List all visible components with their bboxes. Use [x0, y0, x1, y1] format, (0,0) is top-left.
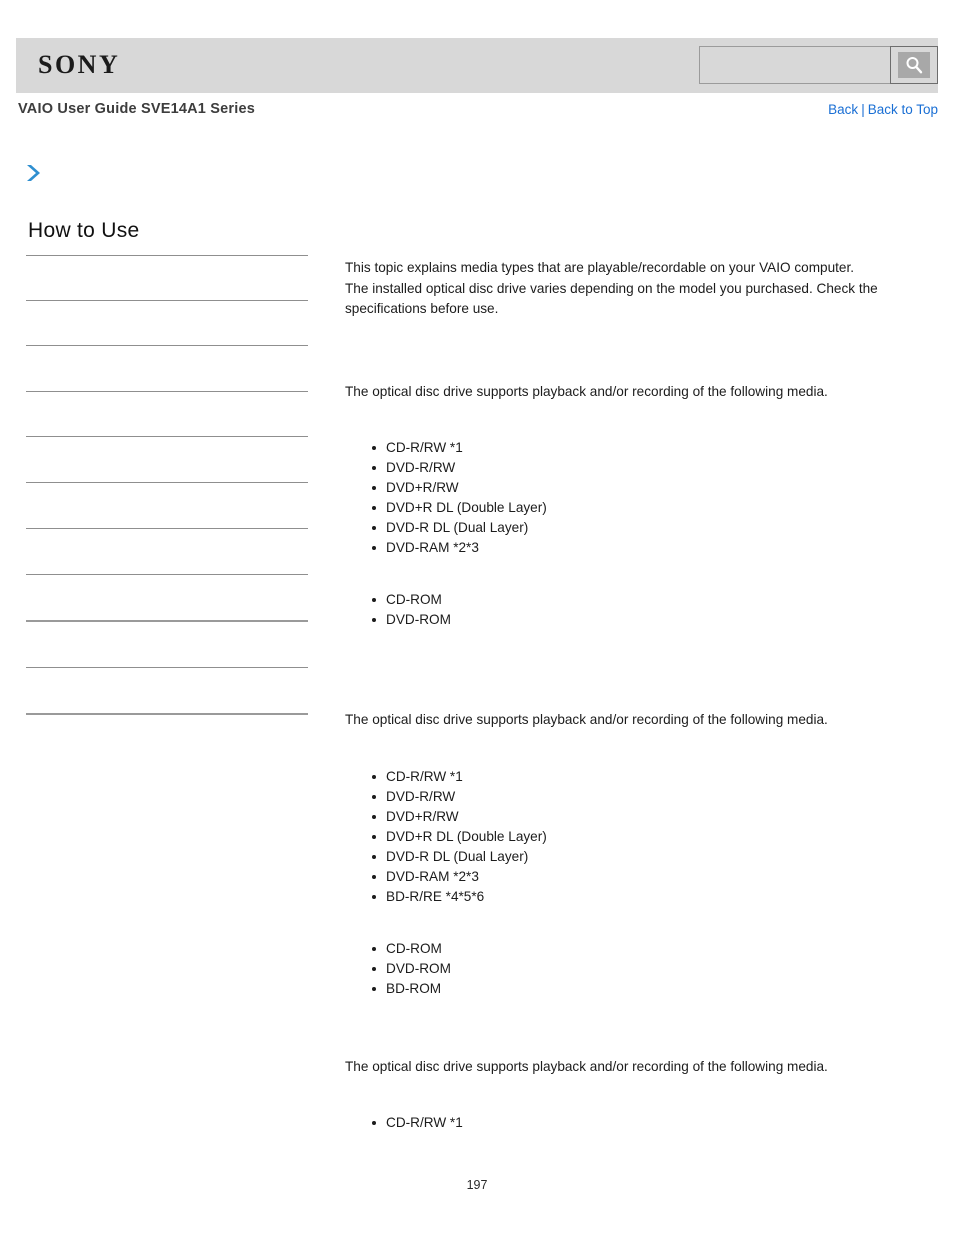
sidebar-item-5[interactable] [26, 437, 308, 482]
blue-chevron-right-icon[interactable] [24, 162, 44, 184]
back-link[interactable]: Back [828, 102, 858, 117]
sidebar-item-1[interactable] [26, 256, 308, 300]
section-2-playback-list: CD-ROM DVD-ROM BD-ROM [345, 939, 915, 999]
list-item: DVD-RAM *2*3 [372, 867, 915, 887]
list-item: DVD-ROM [372, 610, 915, 630]
top-navigation: Back | Back to Top [828, 102, 938, 117]
section-1-lead: The optical disc drive supports playback… [345, 383, 828, 399]
section-3-lead: The optical disc drive supports playback… [345, 1058, 828, 1074]
sidebar-item-7[interactable] [26, 529, 308, 574]
section-1-playback-list: CD-ROM DVD-ROM [345, 590, 915, 630]
sidebar-title: How to Use [28, 219, 140, 242]
sidebar-item-9[interactable] [26, 622, 308, 667]
search-input[interactable] [699, 46, 890, 84]
sony-logo: SONY [38, 50, 121, 79]
section-1-recordable-list: CD-R/RW *1 DVD-R/RW DVD+R/RW DVD+R DL (D… [345, 438, 915, 558]
list-item: CD-ROM [372, 939, 915, 959]
section-2-lead: The optical disc drive supports playback… [345, 712, 828, 727]
list-item: BD-ROM [372, 979, 915, 999]
list-item: CD-R/RW *1 [372, 438, 915, 458]
sidebar-item-2[interactable] [26, 301, 308, 345]
list-item: DVD-RAM *2*3 [372, 538, 915, 558]
list-item: DVD+R DL (Double Layer) [372, 498, 915, 518]
page-number: 197 [466, 1178, 488, 1192]
sidebar: How to Use [26, 218, 308, 715]
main-content: This topic explains media types that are… [345, 258, 915, 1133]
list-item: DVD+R/RW [372, 478, 915, 498]
page-title: VAIO User Guide SVE14A1 Series [18, 101, 256, 117]
sidebar-item-10[interactable] [26, 668, 308, 713]
sidebar-item-4[interactable] [26, 392, 308, 436]
list-item: DVD-ROM [372, 959, 915, 979]
sidebar-item-8[interactable] [26, 575, 308, 620]
section-3-recordable-list: CD-R/RW *1 [345, 1113, 915, 1133]
sidebar-item-3[interactable] [26, 346, 308, 391]
list-item: DVD+R DL (Double Layer) [372, 827, 915, 847]
sidebar-divider [26, 713, 308, 715]
search-area [699, 46, 938, 84]
list-item: CD-R/RW *1 [372, 767, 915, 787]
intro-paragraph: This topic explains media types that are… [345, 260, 878, 316]
back-to-top-link[interactable]: Back to Top [868, 102, 938, 117]
sidebar-item-6[interactable] [26, 483, 308, 528]
search-button[interactable] [890, 46, 938, 84]
list-item: CD-ROM [372, 590, 915, 610]
list-item: DVD-R/RW [372, 787, 915, 807]
list-item: DVD-R DL (Dual Layer) [372, 847, 915, 867]
list-item: DVD+R/RW [372, 807, 915, 827]
list-item: CD-R/RW *1 [372, 1113, 915, 1133]
section-2-recordable-list: CD-R/RW *1 DVD-R/RW DVD+R/RW DVD+R DL (D… [345, 767, 915, 907]
nav-separator: | [861, 102, 865, 117]
search-icon [898, 52, 930, 78]
list-item: DVD-R DL (Dual Layer) [372, 518, 915, 538]
list-item: DVD-R/RW [372, 458, 915, 478]
list-item: BD-R/RE *4*5*6 [372, 887, 915, 907]
